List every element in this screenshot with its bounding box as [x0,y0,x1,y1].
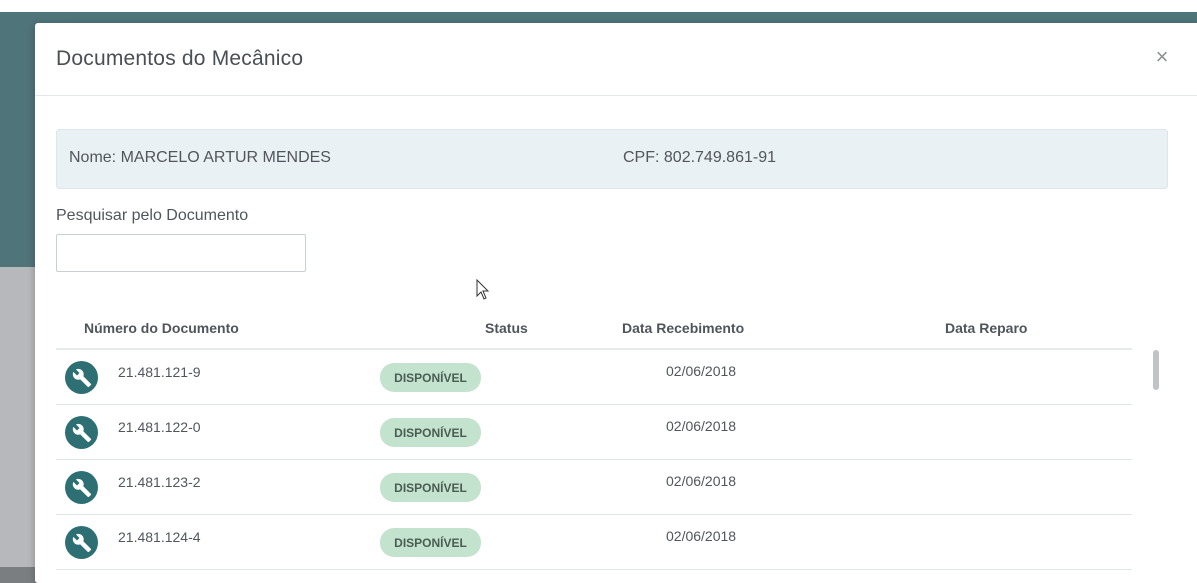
page-background-top [0,0,1197,12]
wrench-icon[interactable] [65,526,98,559]
document-number: 21.481.121-9 [118,364,201,380]
wrench-icon[interactable] [65,471,98,504]
table-row[interactable]: 21.481.121-9 DISPONÍVEL 02/06/2018 [56,350,1132,405]
received-date: 02/06/2018 [666,473,737,489]
status-badge: DISPONÍVEL [380,473,481,502]
search-label: Pesquisar pelo Documento [56,207,249,224]
status-badge: DISPONÍVEL [380,363,481,392]
table-row[interactable]: 21.481.122-0 DISPONÍVEL 02/06/2018 [56,405,1132,460]
document-number: 21.481.123-2 [118,474,201,490]
close-button[interactable]: × [1152,43,1172,71]
column-header-repair-date[interactable]: Data Reparo [945,320,1027,336]
document-number: 21.481.122-0 [118,419,201,435]
table-row[interactable]: 21.481.124-4 DISPONÍVEL 02/06/2018 [56,515,1132,570]
wrench-icon[interactable] [65,361,98,394]
mechanic-name: Nome: MARCELO ARTUR MENDES [69,149,331,166]
documents-table-body: 21.481.121-9 DISPONÍVEL 02/06/2018 21.48… [56,350,1132,570]
modal-title: Documentos do Mecânico [56,47,304,70]
column-header-document[interactable]: Número do Documento [84,320,239,336]
received-date: 02/06/2018 [666,528,737,544]
received-date: 02/06/2018 [666,418,737,434]
document-number: 21.481.124-4 [118,529,201,545]
documents-modal: Documentos do Mecânico × Nome: MARCELO A… [35,23,1197,583]
wrench-icon[interactable] [65,416,98,449]
mechanic-cpf: CPF: 802.749.861-91 [623,149,776,166]
mechanic-info-box: Nome: MARCELO ARTUR MENDES CPF: 802.749.… [56,129,1168,189]
status-badge: DISPONÍVEL [380,528,481,557]
mouse-pointer-icon [476,279,490,300]
column-header-status[interactable]: Status [485,320,528,336]
table-scrollbar[interactable] [1153,350,1159,390]
received-date: 02/06/2018 [666,363,737,379]
table-row[interactable]: 21.481.123-2 DISPONÍVEL 02/06/2018 [56,460,1132,515]
search-input[interactable] [56,234,306,272]
status-badge: DISPONÍVEL [380,418,481,447]
column-header-received-date[interactable]: Data Recebimento [622,320,744,336]
modal-header: Documentos do Mecânico × [35,23,1197,96]
